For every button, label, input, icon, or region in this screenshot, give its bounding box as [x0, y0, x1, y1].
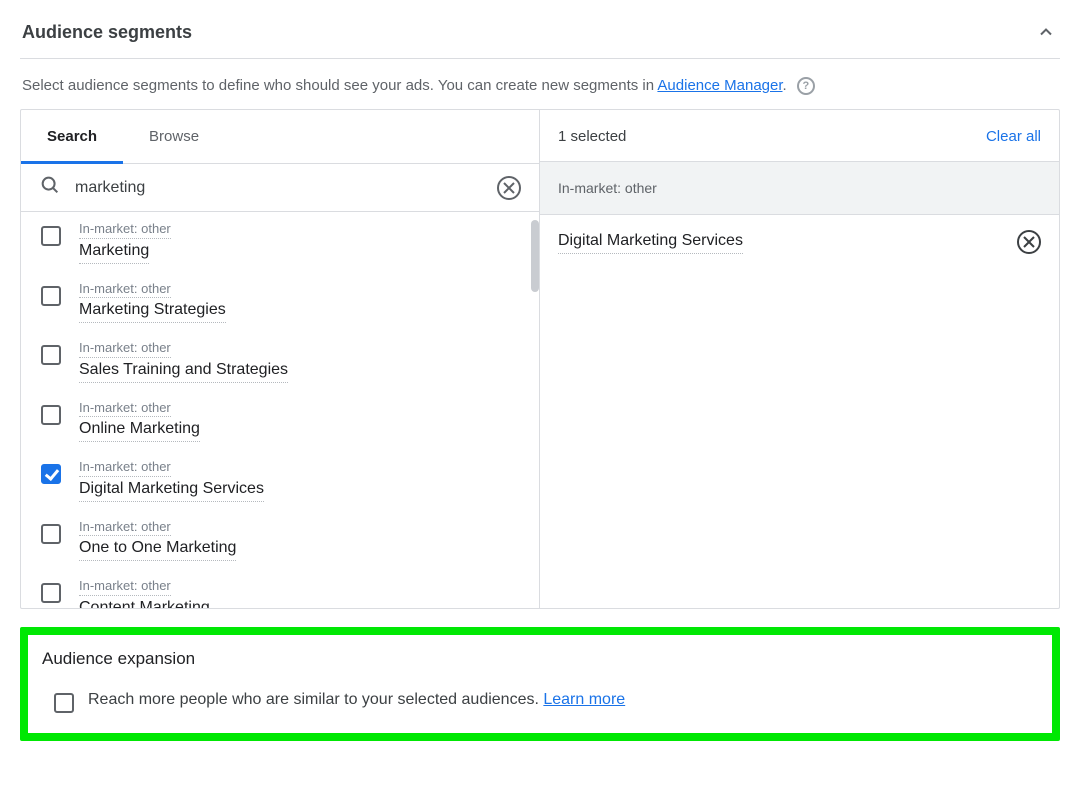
- expansion-description: Reach more people who are similar to you…: [88, 691, 543, 708]
- selected-item-name: Digital Marketing Services: [558, 229, 743, 254]
- help-icon[interactable]: ?: [797, 77, 815, 95]
- result-name[interactable]: Digital Marketing Services: [79, 477, 264, 502]
- result-body: In-market: otherMarketing Strategies: [79, 280, 226, 324]
- search-icon: [39, 174, 61, 201]
- list-item: In-market: otherOne to One Marketing: [21, 510, 539, 570]
- result-category: In-market: other: [79, 577, 171, 596]
- learn-more-link[interactable]: Learn more: [543, 691, 625, 708]
- result-category: In-market: other: [79, 339, 171, 358]
- expansion-text: Reach more people who are similar to you…: [88, 691, 625, 709]
- results-list[interactable]: In-market: otherMarketingIn-market: othe…: [21, 212, 539, 608]
- list-item: In-market: otherMarketing: [21, 212, 539, 272]
- result-name[interactable]: Sales Training and Strategies: [79, 358, 288, 383]
- result-body: In-market: otherMarketing: [79, 220, 171, 264]
- selected-group-label: In-market: other: [540, 162, 1059, 215]
- list-item: In-market: otherContent Marketing: [21, 569, 539, 608]
- result-body: In-market: otherOnline Marketing: [79, 399, 200, 443]
- result-category: In-market: other: [79, 399, 171, 418]
- audience-manager-link[interactable]: Audience Manager: [657, 77, 782, 94]
- tabs: Search Browse: [21, 110, 539, 164]
- result-category: In-market: other: [79, 458, 171, 477]
- result-name[interactable]: Marketing: [79, 239, 149, 264]
- scrollbar-thumb[interactable]: [531, 220, 539, 292]
- segments-panel: Search Browse In-market: otherMarketingI…: [20, 109, 1060, 609]
- intro-text: Select audience segments to define who s…: [20, 59, 1060, 109]
- result-checkbox[interactable]: [41, 286, 61, 306]
- expansion-title: Audience expansion: [42, 649, 1038, 669]
- remove-selected-button[interactable]: [1017, 230, 1041, 254]
- right-pane: 1 selected Clear all In-market: other Di…: [540, 110, 1059, 608]
- result-checkbox[interactable]: [41, 226, 61, 246]
- clear-all-button[interactable]: Clear all: [986, 128, 1041, 145]
- result-name[interactable]: One to One Marketing: [79, 536, 236, 561]
- result-body: In-market: otherSales Training and Strat…: [79, 339, 288, 383]
- search-input[interactable]: [73, 178, 485, 198]
- tab-browse[interactable]: Browse: [123, 110, 225, 163]
- result-category: In-market: other: [79, 518, 171, 537]
- intro-text-b: .: [783, 77, 787, 94]
- result-checkbox[interactable]: [41, 524, 61, 544]
- result-body: In-market: otherDigital Marketing Servic…: [79, 458, 264, 502]
- result-checkbox[interactable]: [41, 583, 61, 603]
- clear-search-button[interactable]: [497, 176, 521, 200]
- section-title: Audience segments: [22, 22, 192, 43]
- result-name[interactable]: Online Marketing: [79, 417, 200, 442]
- result-category: In-market: other: [79, 220, 171, 239]
- result-checkbox[interactable]: [41, 405, 61, 425]
- result-body: In-market: otherOne to One Marketing: [79, 518, 236, 562]
- search-row: [21, 164, 539, 212]
- list-item: In-market: otherOnline Marketing: [21, 391, 539, 451]
- audience-expansion-section: Audience expansion Reach more people who…: [20, 627, 1060, 741]
- result-name[interactable]: Marketing Strategies: [79, 298, 226, 323]
- result-checkbox[interactable]: [41, 345, 61, 365]
- tab-search[interactable]: Search: [21, 110, 123, 164]
- expansion-checkbox[interactable]: [54, 693, 74, 713]
- selected-count: 1 selected: [558, 128, 626, 145]
- selected-item: Digital Marketing Services: [540, 215, 1059, 268]
- result-category: In-market: other: [79, 280, 171, 299]
- chevron-up-icon[interactable]: [1034, 20, 1058, 44]
- result-checkbox[interactable]: [41, 464, 61, 484]
- result-name[interactable]: Content Marketing: [79, 596, 210, 608]
- intro-text-a: Select audience segments to define who s…: [22, 77, 657, 94]
- left-pane: Search Browse In-market: otherMarketingI…: [21, 110, 540, 608]
- list-item: In-market: otherSales Training and Strat…: [21, 331, 539, 391]
- list-item: In-market: otherDigital Marketing Servic…: [21, 450, 539, 510]
- list-item: In-market: otherMarketing Strategies: [21, 272, 539, 332]
- result-body: In-market: otherContent Marketing: [79, 577, 210, 608]
- selected-list: Digital Marketing Services: [540, 215, 1059, 268]
